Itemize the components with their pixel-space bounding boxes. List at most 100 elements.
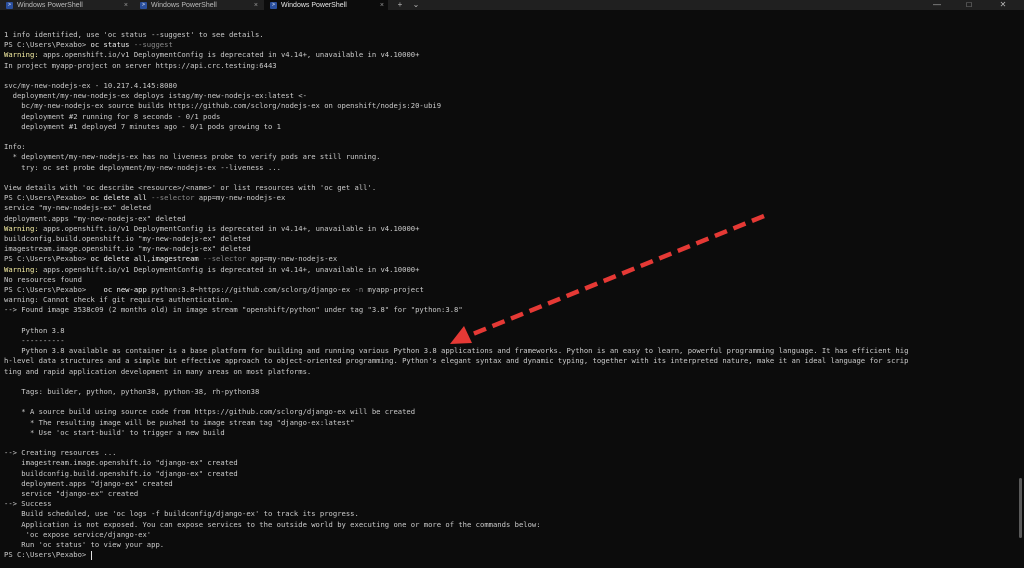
terminal-line: deployment/my-new-nodejs-ex deploys ista… [4,91,307,101]
tab-title: Windows PowerShell [151,1,217,9]
command-text: oc new-app [103,285,147,294]
output-text: * Use 'oc start-build' to trigger a new … [4,427,225,437]
terminal-line: deployment #1 deployed 7 minutes ago - 0… [4,122,281,132]
terminal-line: PS C:\Users\Pexabo> oc delete all --sele… [4,193,285,203]
close-tab-icon[interactable]: × [380,2,384,9]
output-text: deployment.apps "my-new-nodejs-ex" delet… [4,213,186,223]
terminal-line: View details with 'oc describe <resource… [4,183,376,193]
output-text: python:3.8~https://github.com/sclorg/dja… [146,285,351,294]
terminal-line: --> Found image 3538c09 (2 months old) i… [4,305,463,315]
terminal-line: PS C:\Users\Pexabo> oc new-app python:3.… [4,285,424,295]
command-text: oc status [90,40,130,50]
output-text: app=my-new-nodejs-ex [246,254,338,264]
terminal-line: deployment #2 running for 8 seconds - 0/… [4,112,220,122]
output-text: * deployment/my-new-nodejs-ex has no liv… [4,152,381,162]
output-text: --> Found image 3538c09 (2 months old) i… [4,305,463,315]
powershell-icon: > [6,1,13,9]
terminal-line: PS C:\Users\Pexabo> [4,550,92,560]
output-text: Python 3.8 available as container is a b… [4,346,909,356]
output-text: No resources found [4,274,82,284]
terminal-line: PS C:\Users\Pexabo> oc delete all,images… [4,254,337,264]
terminal-line: deployment.apps "django-ex" created [4,478,173,489]
output-text: Python 3.8 [4,325,65,335]
parameter-text: --suggest [129,40,173,50]
output-text: service "django-ex" created [4,489,139,498]
new-tab-button[interactable]: + [394,0,406,10]
output-text: apps.openshift.io/v1 DeploymentConfig is… [38,223,420,233]
parameter-text: --selector [146,193,195,203]
terminal-line: * Use 'oc start-build' to trigger a new … [4,428,225,438]
tab-title: Windows PowerShell [281,1,347,9]
terminal-line: Info: [4,142,26,152]
command-text: oc delete all,imagestream [90,254,199,264]
output-text: svc/my-new-nodejs-ex - 10.217.4.145:8080 [4,81,178,90]
output-text: Application is not exposed. You can expo… [4,519,541,529]
terminal-line: PS C:\Users\Pexabo> oc status --suggest [4,40,173,50]
terminal-line: Build scheduled, use 'oc logs -f buildco… [4,509,359,519]
output-text: deployment #2 running for 8 seconds - 0/… [4,111,221,121]
terminal-line: buildconfig.build.openshift.io "my-new-n… [4,234,251,244]
terminal-line: deployment.apps "my-new-nodejs-ex" delet… [4,214,186,224]
tab-powershell-2[interactable]: > Windows PowerShell × [134,0,262,10]
terminal-line: 1 info identified, use 'oc status --sugg… [4,30,264,40]
tab-bar: > Windows PowerShell × > Windows PowerSh… [0,0,1024,10]
close-tab-icon[interactable]: × [254,2,258,9]
minimize-button[interactable]: — [926,0,948,10]
output-text: * A source build using source code from … [4,407,416,417]
terminal-line: buildconfig.build.openshift.io "django-e… [4,469,237,479]
warning-label: Warning: [4,50,39,60]
tab-title: Windows PowerShell [17,1,83,9]
terminal-line: ting and rapid application development i… [4,367,311,377]
tab-powershell-3[interactable]: > Windows PowerShell × [264,0,388,10]
terminal-line: svc/my-new-nodejs-ex - 10.217.4.145:8080 [4,81,177,91]
terminal-line: bc/my-new-nodejs-ex source builds https:… [4,101,441,111]
output-text: Info: [4,142,26,152]
terminal-line: warning: Cannot check if git requires au… [4,295,233,305]
warning-label: Warning: [4,223,39,233]
terminal-line: service "my-new-nodejs-ex" deleted [4,203,151,213]
output-text: --> Success [4,499,52,509]
close-window-button[interactable]: ✕ [992,0,1014,10]
output-text: ting and rapid application development i… [4,366,312,376]
output-text: try: oc set probe deployment/my-new-node… [4,162,281,172]
terminal-line: imagestream.image.openshift.io "django-e… [4,458,237,468]
terminal-line: Python 3.8 available as container is a b… [4,346,908,356]
terminal-line: Tags: builder, python, python38, python-… [4,387,259,397]
scrollbar[interactable] [1019,478,1022,538]
terminal-line: --> Creating resources ... [4,448,117,458]
terminal-line: try: oc set probe deployment/my-new-node… [4,163,281,173]
output-text: deployment.apps "django-ex" created [4,478,173,488]
text-cursor [90,550,92,560]
terminal-line: Run 'oc status' to view your app. [4,540,164,550]
output-text: buildconfig.build.openshift.io "my-new-n… [4,234,251,243]
output-text: service "my-new-nodejs-ex" deleted [4,203,152,213]
output-text: ---------- [4,336,65,345]
output-text: apps.openshift.io/v1 DeploymentConfig is… [38,264,420,274]
parameter-text: --selector [198,254,247,264]
output-text: imagestream.image.openshift.io "my-new-n… [4,244,251,254]
output-text: PS C:\Users\Pexabo> [4,254,91,264]
maximize-button[interactable]: □ [958,0,980,10]
terminal-line: Warning: apps.openshift.io/v1 Deployment… [4,224,419,234]
output-text: apps.openshift.io/v1 DeploymentConfig is… [38,50,420,60]
terminal-line: In project myapp-project on server https… [4,61,277,71]
output-text: warning: Cannot check if git requires au… [4,295,234,305]
terminal-output[interactable]: 1 info identified, use 'oc status --sugg… [4,30,1010,564]
output-text: --> Creating resources ... [4,448,117,458]
tab-powershell-1[interactable]: > Windows PowerShell × [0,0,132,10]
output-text: myapp-project [363,285,424,294]
output-text: h-level data structures and a simple but… [4,356,909,366]
close-tab-icon[interactable]: × [124,2,128,9]
terminal-line: Warning: apps.openshift.io/v1 Deployment… [4,265,419,275]
tab-dropdown-icon[interactable]: ⌄ [410,0,422,10]
terminal-line: imagestream.image.openshift.io "my-new-n… [4,244,251,254]
output-text: PS C:\Users\Pexabo> [4,40,91,50]
terminal-line: --> Success [4,499,52,509]
terminal-line: No resources found [4,275,82,285]
command-text: oc delete all [90,193,147,203]
output-text: PS C:\Users\Pexabo> [4,285,104,294]
output-text: app=my-new-nodejs-ex [194,193,286,203]
output-text: bc/my-new-nodejs-ex source builds https:… [4,101,442,111]
powershell-icon: > [270,1,277,9]
terminal-line: service "django-ex" created [4,489,138,499]
